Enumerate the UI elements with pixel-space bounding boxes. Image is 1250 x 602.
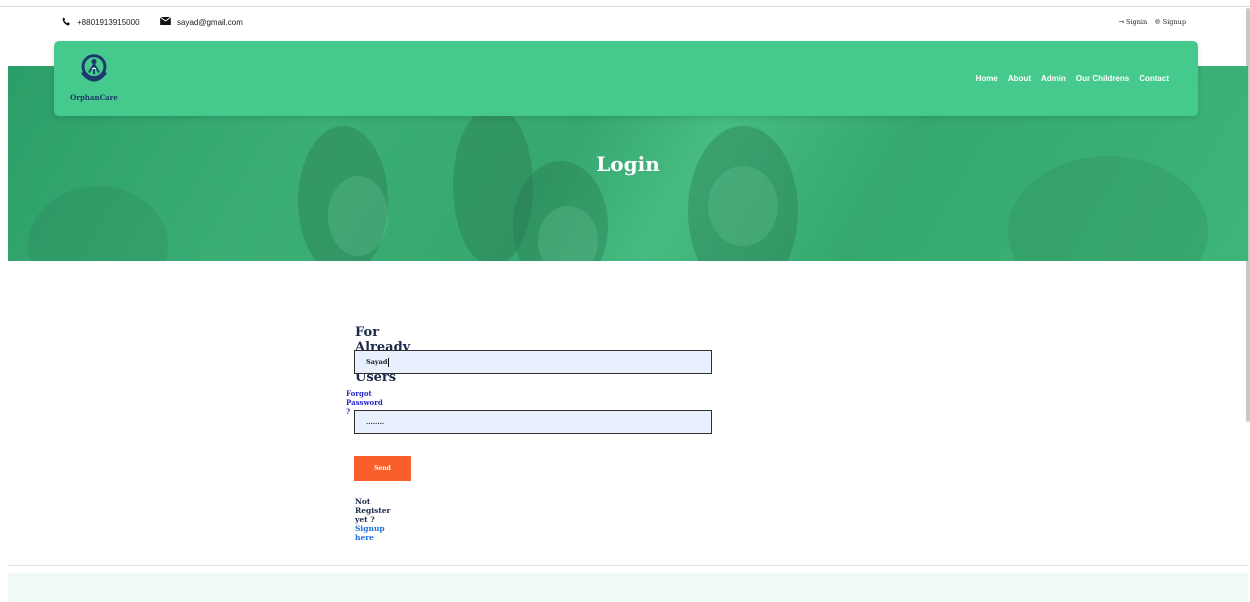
top-contact-bar: +8801913915000 sayad@gmail.com ⇥ Signin … <box>0 8 1250 38</box>
page-title: Login <box>596 152 660 176</box>
nav-link-home[interactable]: Home <box>976 74 998 83</box>
nav-link-contact[interactable]: Contact <box>1139 74 1169 83</box>
contact-phone: +8801913915000 <box>62 17 140 28</box>
orphancare-logo-icon <box>77 54 111 91</box>
nav-link-about[interactable]: About <box>1008 74 1031 83</box>
contact-email: sayad@gmail.com <box>159 16 243 27</box>
footer-divider <box>8 565 1248 566</box>
nav-link-our-childrens[interactable]: Our Childrens <box>1076 74 1129 83</box>
auth-links: ⇥ Signin ® Signup <box>1119 18 1187 26</box>
nav-link-admin[interactable]: Admin <box>1041 74 1066 83</box>
phone-icon <box>62 17 71 28</box>
password-value: ........ <box>366 418 385 426</box>
main-navbar: OrphanCare Home About Admin Our Children… <box>54 41 1198 116</box>
envelope-icon <box>159 16 172 27</box>
text-cursor <box>388 357 390 367</box>
signin-label: Signin <box>1126 18 1148 26</box>
signup-label: Signup <box>1162 18 1186 26</box>
email-text: sayad@gmail.com <box>177 17 243 27</box>
nav-menu: Home About Admin Our Childrens Contact <box>976 74 1169 83</box>
send-button[interactable]: Send <box>354 456 411 481</box>
phone-text: +8801913915000 <box>77 18 140 27</box>
signup-here-link[interactable]: Signup here <box>355 524 385 542</box>
registered-icon: ® <box>1154 18 1161 26</box>
username-value: Sayad <box>366 358 388 366</box>
signup-link[interactable]: ® Signup <box>1154 18 1186 26</box>
username-input[interactable]: Sayad <box>354 350 712 374</box>
register-prompt: Not Register yet ? Signup here <box>355 497 391 542</box>
footer <box>8 573 1248 602</box>
password-input[interactable]: ........ <box>354 410 712 434</box>
window-top-border <box>0 0 1250 7</box>
signin-link[interactable]: ⇥ Signin <box>1119 18 1148 26</box>
brand-logo[interactable]: OrphanCare <box>63 54 125 102</box>
register-prompt-text: Not Register yet ? <box>355 497 391 524</box>
signin-icon: ⇥ <box>1118 18 1124 26</box>
brand-name: OrphanCare <box>70 93 118 102</box>
